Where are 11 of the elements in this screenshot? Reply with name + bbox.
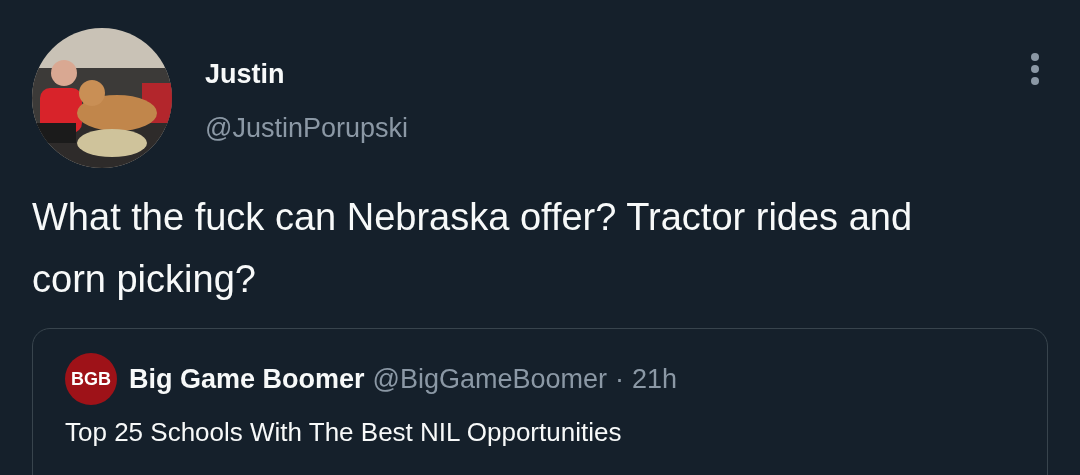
separator: · — [615, 363, 625, 395]
quoted-author-handle: @BigGameBoomer — [372, 363, 608, 395]
quoted-tweet[interactable]: BGB Big Game Boomer @BigGameBoomer · 21h Top 25 Schools With The Best NIL Opportunities — [32, 328, 1048, 475]
tweet-text: What the fuck can Nebraska offer? Tractor rides and corn picking? — [32, 195, 914, 302]
author-handle[interactable]: @JustinPorupski — [205, 112, 408, 144]
more-icon[interactable] — [1030, 52, 1040, 86]
quoted-author-name: Big Game Boomer — [129, 363, 365, 395]
logo: BGB — [65, 353, 117, 405]
author-name[interactable]: Justin — [205, 58, 285, 90]
timestamp: 21h — [632, 363, 678, 395]
quoted-tweet-text: Top 25 Schools With The Best NIL Opportunities — [65, 417, 623, 448]
